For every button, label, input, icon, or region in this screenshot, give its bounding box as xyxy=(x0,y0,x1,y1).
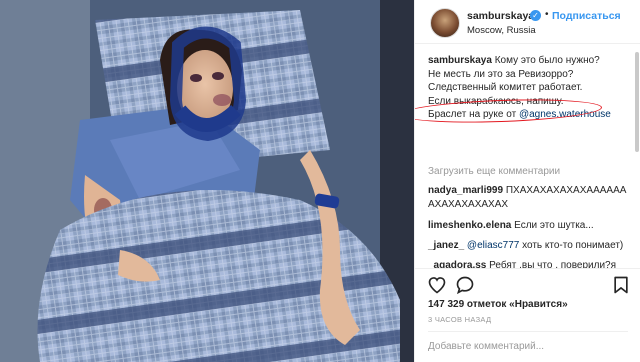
caption: samburskaya Кому это было нужно? Не мест… xyxy=(428,54,628,122)
location-link[interactable]: Moscow, Russia xyxy=(467,25,536,36)
caption-line: Если выкарабкаюсь, напишу. xyxy=(428,95,564,107)
verified-badge-icon: ✓ xyxy=(530,10,541,21)
avatar[interactable] xyxy=(430,8,460,38)
comment-username[interactable]: _janez_ xyxy=(428,240,464,251)
follow-button[interactable]: Подписаться xyxy=(552,10,621,22)
comment-item: nadya_marli999 ПХАХАХАХАХАХАААААА АХАХАХ… xyxy=(428,184,628,211)
comment-text: хоть кто-то понимает) xyxy=(522,240,624,251)
caption-line: Следственный комитет работает. xyxy=(428,82,583,94)
likes-count[interactable]: 147 329 отметок «Нравится» xyxy=(428,299,568,310)
photo-illustration xyxy=(0,0,414,362)
comment-text: Если это шутка... xyxy=(514,220,594,231)
comment-mention-link[interactable]: @eliasc777 xyxy=(467,240,519,251)
comment-item: _janez_ @eliasc777 хоть кто-то понимает) xyxy=(428,239,628,253)
post-side-panel: samburskaya ✓ • Подписаться Moscow, Russ… xyxy=(414,0,640,362)
add-comment-field[interactable]: Добавьте комментарий... xyxy=(428,331,628,357)
load-more-comments-button[interactable]: Загрузить еще комментарии xyxy=(428,166,560,177)
comment-username[interactable]: _agadora.ss xyxy=(428,260,486,268)
comment-username[interactable]: limeshenko.elena xyxy=(428,220,511,231)
post-timestamp[interactable]: 3 ЧАСОВ НАЗАД xyxy=(428,315,491,324)
heart-icon[interactable] xyxy=(427,275,447,295)
post-actions: 147 329 отметок «Нравится» 3 ЧАСОВ НАЗАД… xyxy=(415,268,640,362)
caption-line: Кому это было нужно? xyxy=(494,55,600,66)
post-photo[interactable] xyxy=(0,0,414,362)
add-comment-placeholder: Добавьте комментарий... xyxy=(428,341,545,352)
comments-area[interactable]: samburskaya Кому это было нужно? Не мест… xyxy=(415,44,640,268)
comment-item: _agadora.ss Ребят ,вы что , поверили?я с… xyxy=(428,259,628,268)
comments-scrollbar[interactable] xyxy=(635,52,639,152)
caption-line: Браслет на руке от xyxy=(428,109,517,121)
caption-line: Не месть ли это за Ревизорро? xyxy=(428,68,574,80)
header-username[interactable]: samburskaya xyxy=(467,10,534,22)
caption-mention-link[interactable]: @agnes.waterhouse xyxy=(519,109,611,120)
comment-icon[interactable] xyxy=(455,275,475,295)
bookmark-icon[interactable] xyxy=(611,275,631,295)
post-header: samburskaya ✓ • Подписаться Moscow, Russ… xyxy=(415,0,640,44)
separator-dot: • xyxy=(545,9,549,20)
instagram-post: samburskaya ✓ • Подписаться Moscow, Russ… xyxy=(0,0,640,362)
caption-username[interactable]: samburskaya xyxy=(428,55,492,66)
comment-item: limeshenko.elena Если это шутка... xyxy=(428,219,628,233)
comment-username[interactable]: nadya_marli999 xyxy=(428,185,503,196)
